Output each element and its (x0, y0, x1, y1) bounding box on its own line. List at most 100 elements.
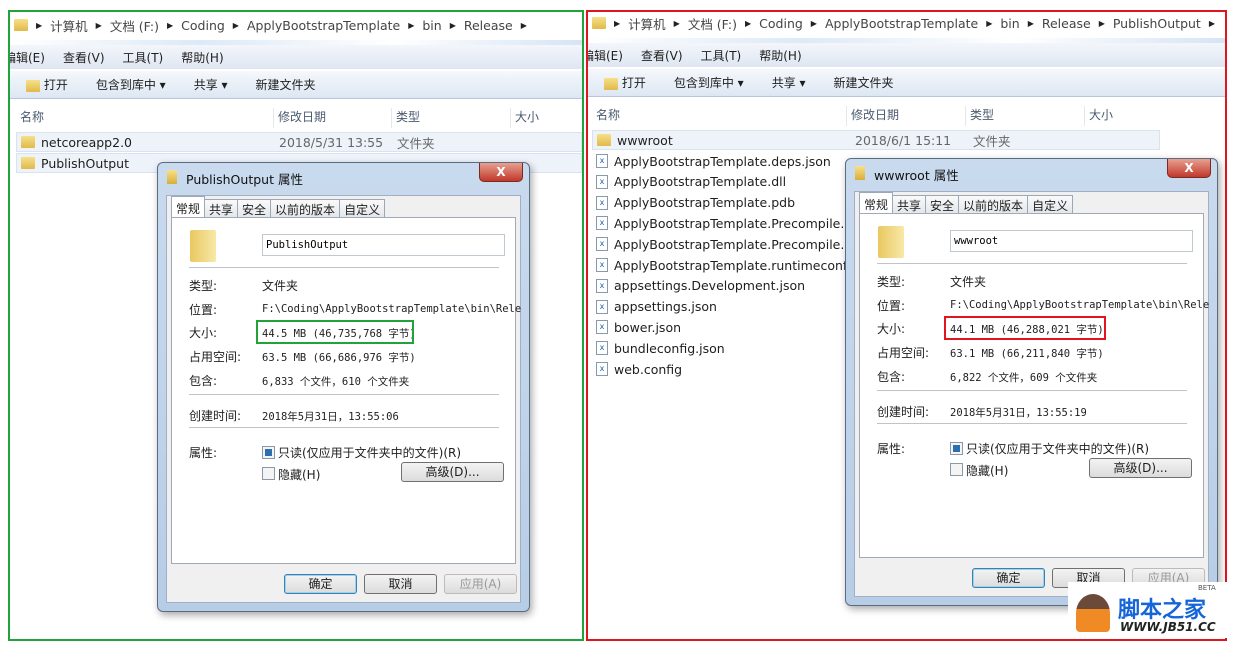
contains-label: 包含: (189, 374, 218, 388)
folder-name-input[interactable] (950, 230, 1193, 252)
tab-customize[interactable]: 自定义 (339, 199, 386, 218)
file-row[interactable]: x bower.json (596, 317, 681, 337)
menu-view[interactable]: 查看(V) (63, 49, 105, 66)
created-value: 2018年5月31日，13:55:19 (950, 407, 1087, 419)
file-row[interactable]: x ApplyBootstrapTemplate.pdb (596, 193, 795, 213)
close-button[interactable]: X (479, 163, 523, 182)
new-folder-button[interactable]: 新建文件夹 (256, 76, 316, 93)
mascot-icon (1076, 594, 1110, 632)
crumb[interactable]: 文档 (F:) (110, 16, 159, 35)
advanced-button[interactable]: 高级(D)... (1089, 458, 1192, 478)
menu-tools[interactable]: 工具(T) (123, 49, 164, 66)
column-name[interactable]: 名称 (592, 106, 620, 126)
file-row[interactable]: x appsettings.json (596, 297, 717, 317)
column-size[interactable]: 大小 (1084, 106, 1113, 126)
menu-help[interactable]: 帮助(H) (759, 47, 801, 64)
readonly-label[interactable]: 只读(仅应用于文件夹中的文件)(R) (278, 444, 461, 461)
file-row[interactable]: x ApplyBootstrapTemplate.deps.json (596, 151, 831, 171)
readonly-checkbox[interactable] (950, 442, 963, 455)
folder-icon (14, 19, 28, 31)
menu-edit[interactable]: 编辑(E) (588, 47, 623, 64)
crumb[interactable]: bin (1000, 16, 1019, 31)
include-library-button[interactable]: 包含到库中 ▾ (96, 76, 166, 93)
tab-general[interactable]: 常规 (859, 192, 894, 214)
folder-icon (855, 166, 865, 180)
hidden-label[interactable]: 隐藏(H) (278, 466, 320, 483)
created-value: 2018年5月31日，13:55:06 (262, 411, 399, 423)
crumb[interactable]: bin (422, 18, 441, 33)
readonly-label[interactable]: 只读(仅应用于文件夹中的文件)(R) (966, 440, 1149, 457)
readonly-checkbox[interactable] (262, 446, 275, 459)
file-row[interactable]: x ApplyBootstrapTemplate.Precompile... (596, 234, 852, 254)
tab-previous-versions[interactable]: 以前的版本 (958, 195, 1029, 214)
tab-security[interactable]: 安全 (237, 199, 272, 218)
contains-value: 6,833 个文件，610 个文件夹 (262, 376, 410, 388)
type-value: 文件夹 (262, 279, 299, 293)
menu-edit[interactable]: 编辑(E) (10, 49, 45, 66)
crumb[interactable]: Release (1042, 16, 1091, 31)
crumb[interactable]: ApplyBootstrapTemplate (247, 18, 400, 33)
location-value: F:\Coding\ApplyBootstrapTemplate\bin\Rel… (262, 303, 522, 315)
menu-view[interactable]: 查看(V) (641, 47, 683, 64)
crumb[interactable]: Coding (759, 16, 803, 31)
file-icon: x (596, 154, 608, 168)
apply-button[interactable]: 应用(A) (444, 574, 517, 594)
crumb[interactable]: 文档 (F:) (688, 14, 737, 33)
file-icon: x (596, 362, 608, 376)
tab-security[interactable]: 安全 (925, 195, 960, 214)
file-row[interactable]: x web.config (596, 359, 682, 379)
hidden-label[interactable]: 隐藏(H) (966, 462, 1008, 479)
menu-tools[interactable]: 工具(T) (701, 47, 742, 64)
tab-strip: 常规 共享 安全 以前的版本 自定义 (859, 192, 1074, 214)
file-row[interactable]: x bundleconfig.json (596, 338, 725, 358)
breadcrumb[interactable]: ▶ 计算机 ▶ 文档 (F:) ▶ Coding ▶ ApplyBootstrapTem… (14, 12, 527, 38)
folder-name-input[interactable] (262, 234, 505, 256)
column-date[interactable]: 修改日期 (273, 108, 326, 128)
crumb[interactable]: 计算机 (628, 14, 666, 33)
hidden-checkbox[interactable] (262, 467, 275, 480)
column-size[interactable]: 大小 (510, 108, 539, 128)
new-folder-button[interactable]: 新建文件夹 (834, 74, 894, 91)
tab-previous-versions[interactable]: 以前的版本 (270, 199, 341, 218)
tab-sharing[interactable]: 共享 (204, 199, 239, 218)
file-row[interactable]: x ApplyBootstrapTemplate.Precompile... (596, 213, 852, 233)
disk-size-label: 占用空间: (189, 350, 242, 364)
tab-strip: 常规 共享 安全 以前的版本 自定义 (171, 196, 386, 218)
ok-button[interactable]: 确定 (284, 574, 357, 594)
column-type[interactable]: 类型 (965, 106, 994, 126)
contains-label: 包含: (877, 370, 906, 384)
crumb[interactable]: Coding (181, 18, 225, 33)
file-row[interactable]: x ApplyBootstrapTemplate.dll (596, 172, 786, 192)
include-library-button[interactable]: 包含到库中 ▾ (674, 74, 744, 91)
hidden-checkbox[interactable] (950, 463, 963, 476)
ok-button[interactable]: 确定 (972, 568, 1045, 588)
file-row[interactable]: x appsettings.Development.json (596, 276, 805, 296)
file-row[interactable]: wwwroot 2018/6/1 15:11 文件夹 (592, 130, 1160, 150)
share-button[interactable]: 共享 ▾ (772, 74, 806, 91)
menu-help[interactable]: 帮助(H) (181, 49, 223, 66)
open-button[interactable]: 打开 (26, 76, 68, 93)
open-button[interactable]: 打开 (604, 74, 646, 91)
crumb[interactable]: 计算机 (50, 16, 88, 35)
tab-sharing[interactable]: 共享 (892, 195, 927, 214)
breadcrumb[interactable]: ▶ 计算机 ▶ 文档 (F:) ▶ Coding ▶ ApplyBootstrapTem… (592, 12, 1215, 36)
crumb[interactable]: PublishOutput (1113, 16, 1201, 31)
advanced-button[interactable]: 高级(D)... (401, 462, 504, 482)
column-name[interactable]: 名称 (16, 108, 44, 128)
open-folder-icon (604, 77, 618, 90)
cancel-button[interactable]: 取消 (364, 574, 437, 594)
created-label: 创建时间: (189, 409, 242, 423)
column-date[interactable]: 修改日期 (846, 106, 899, 126)
attributes-label: 属性: (189, 446, 218, 460)
share-button[interactable]: 共享 ▾ (194, 76, 228, 93)
crumb[interactable]: ApplyBootstrapTemplate (825, 16, 978, 31)
column-type[interactable]: 类型 (391, 108, 420, 128)
disk-size-value: 63.5 MB (66,686,976 字节) (262, 352, 416, 364)
close-button[interactable]: X (1167, 159, 1211, 178)
size-label: 大小: (189, 326, 218, 340)
crumb[interactable]: Release (464, 18, 513, 33)
tab-customize[interactable]: 自定义 (1027, 195, 1074, 214)
tab-general[interactable]: 常规 (171, 196, 206, 218)
file-row[interactable]: x ApplyBootstrapTemplate.runtimeconf... (596, 255, 858, 275)
file-row[interactable]: netcoreapp2.0 2018/5/31 13:55 文件夹 (16, 132, 582, 152)
